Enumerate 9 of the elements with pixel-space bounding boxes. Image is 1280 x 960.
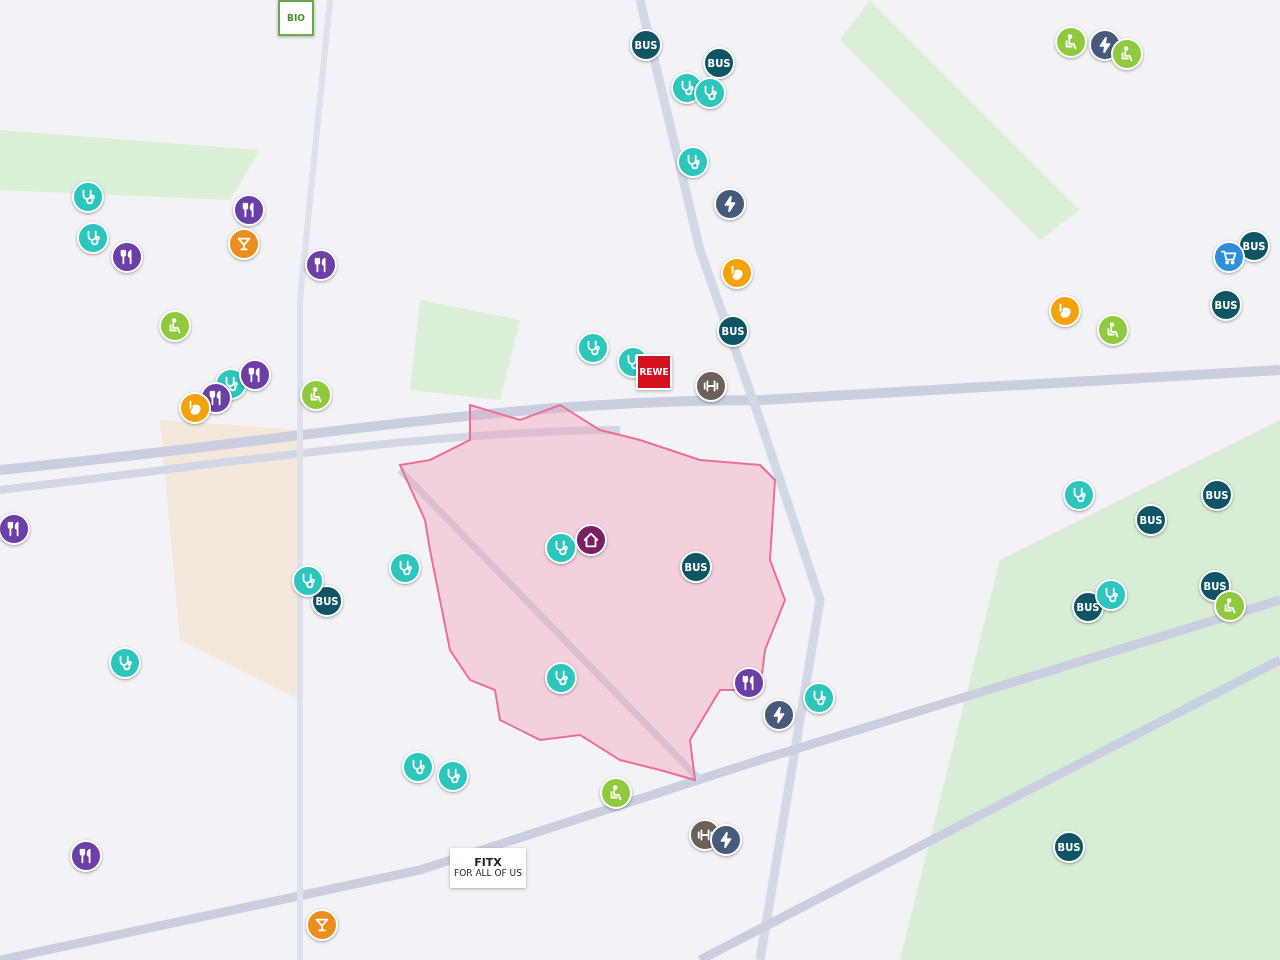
store-logo[interactable]: REWE bbox=[636, 354, 672, 390]
logo-name: FITX bbox=[474, 857, 502, 869]
cocktail-glass-icon bbox=[313, 916, 331, 934]
cocktail-glass-icon bbox=[235, 235, 253, 253]
gym-logo[interactable]: FITX FOR ALL OF US bbox=[450, 848, 526, 888]
logo-tagline: FOR ALL OF US bbox=[454, 868, 522, 879]
shopping-cart-icon bbox=[1220, 248, 1238, 266]
house-icon bbox=[582, 531, 600, 549]
store-logo[interactable]: BIO bbox=[278, 0, 314, 36]
